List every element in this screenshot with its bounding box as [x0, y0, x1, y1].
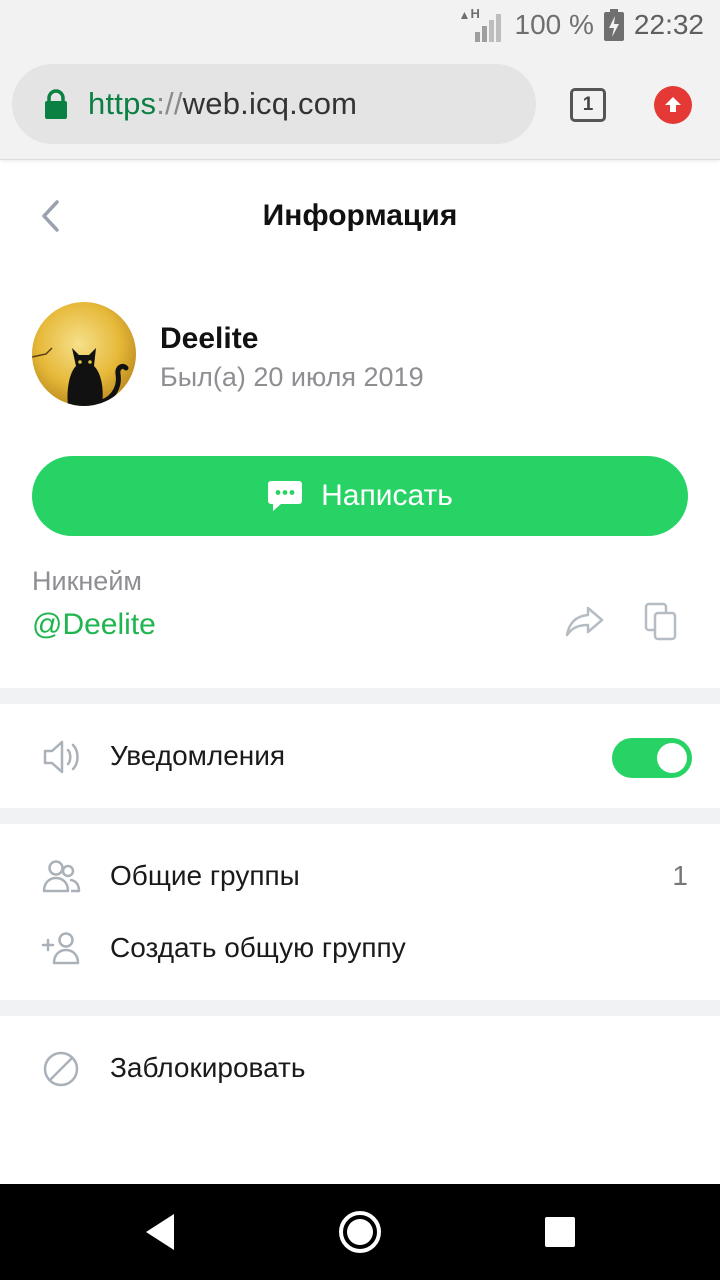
add-user-icon: [38, 925, 84, 971]
share-icon[interactable]: [564, 604, 606, 638]
notifications-label: Уведомления: [110, 740, 286, 771]
block-icon: [38, 1046, 84, 1092]
nav-home-icon: [339, 1211, 381, 1253]
profile-name: Deelite: [160, 322, 259, 355]
status-indicators: ▲ H 100 % 22:32: [459, 6, 704, 44]
nav-home-button[interactable]: [336, 1208, 384, 1256]
page-title: Информация: [262, 199, 458, 232]
section-divider: [0, 688, 720, 704]
url-host: web.icq.com: [182, 86, 358, 121]
nickname-value[interactable]: @Deelite: [32, 606, 156, 644]
lock-icon: [45, 89, 67, 119]
write-message-button[interactable]: Написать: [32, 456, 688, 536]
update-icon[interactable]: [654, 86, 692, 124]
speaker-icon: [38, 734, 84, 780]
create-group-label[interactable]: Создать общую группу: [110, 930, 406, 966]
url-scheme: https: [88, 86, 157, 121]
url-text: https://web.icq.com: [88, 86, 357, 122]
common-groups-count: 1: [672, 860, 688, 891]
url-separator: ://: [156, 86, 183, 121]
clock: 22:32: [633, 9, 704, 40]
tab-count: 1: [582, 94, 594, 115]
group-icon: [38, 853, 84, 899]
section-divider: [0, 808, 720, 824]
notifications-toggle[interactable]: [612, 738, 692, 778]
nav-recents-button[interactable]: [536, 1208, 584, 1256]
nickname-label: Никнейм: [32, 566, 142, 596]
chat-icon: [268, 481, 303, 511]
nav-recents-icon: [545, 1217, 575, 1247]
browser-toolbar: https://web.icq.com 1: [0, 50, 720, 160]
signal-indicator: ▲ H: [459, 6, 505, 44]
signal-icon: [474, 14, 501, 42]
data-arrows-icon: ▲: [458, 8, 471, 22]
avatar[interactable]: [32, 302, 136, 406]
address-bar[interactable]: https://web.icq.com: [12, 64, 536, 144]
tabs-button[interactable]: 1: [570, 88, 606, 122]
android-nav-bar: [0, 1184, 720, 1280]
battery-percent: 100 %: [514, 9, 594, 40]
arrow-up-icon: [665, 97, 681, 112]
nav-back-button[interactable]: [136, 1208, 184, 1256]
status-bar: ▲ H 100 % 22:32: [0, 0, 720, 50]
battery-charging-icon: [603, 9, 624, 41]
write-button-label: Написать: [321, 479, 453, 512]
toggle-knob: [657, 743, 687, 773]
last-seen-status: Был(а) 20 июля 2019: [160, 362, 424, 392]
section-divider: [0, 1000, 720, 1016]
common-groups-label[interactable]: Общие группы: [110, 858, 300, 894]
block-label[interactable]: Заблокировать: [110, 1050, 305, 1086]
avatar-image: [32, 302, 136, 406]
copy-icon[interactable]: [644, 602, 678, 642]
nav-back-icon: [146, 1214, 174, 1250]
